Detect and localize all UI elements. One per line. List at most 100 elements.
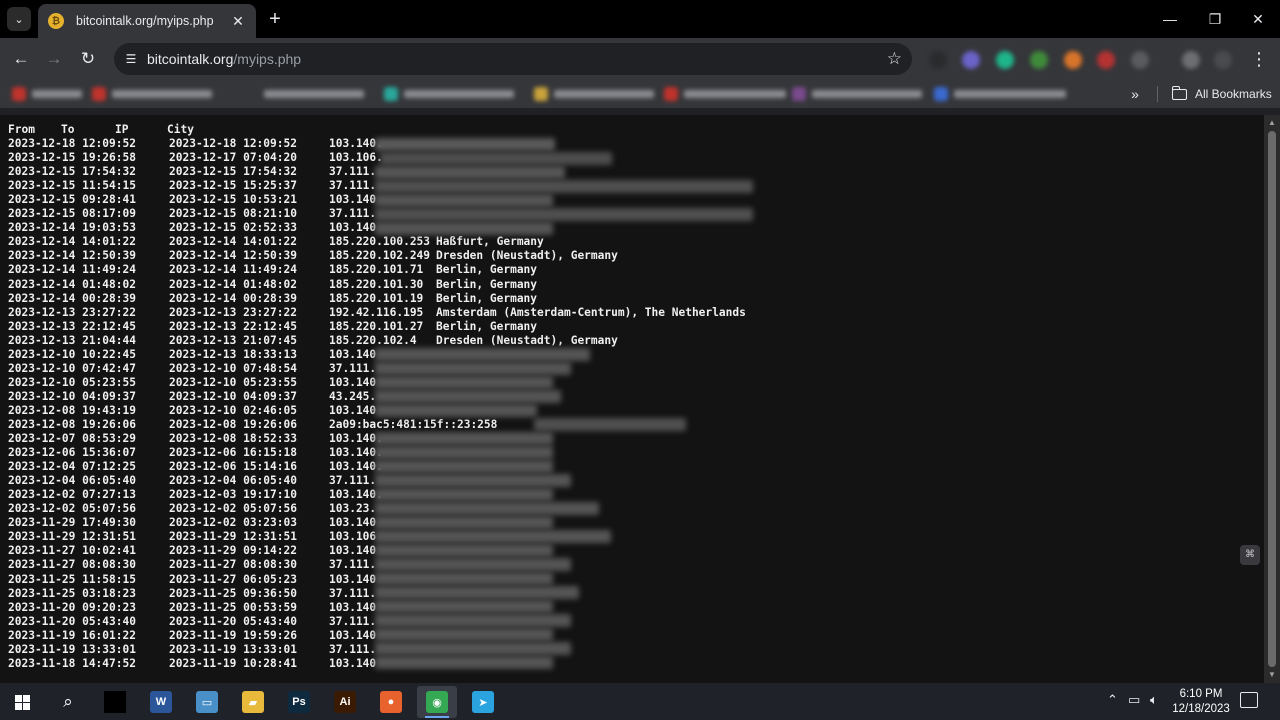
firefox-app-taskbar-button[interactable]: ●	[371, 686, 411, 718]
address-bar[interactable]: ☰ bitcointalk.org/myips.php ☆	[114, 43, 912, 75]
new-tab-plus-icon[interactable]: +	[264, 8, 286, 30]
bookmark-item[interactable]	[664, 86, 786, 102]
cell-from: 2023-11-18 14:47:52	[8, 656, 136, 670]
redaction-blur	[375, 516, 553, 529]
table-row: 2023-12-14 01:48:02 2023-12-14 01:48:02 18…	[8, 278, 1264, 292]
search-icon[interactable]: ⌕	[48, 686, 88, 718]
table-row: 2023-12-15 17:54:32 2023-12-15 17:54:32 37…	[8, 165, 1264, 179]
table-row: 2023-12-14 14:01:22 2023-12-14 14:01:22 18…	[8, 235, 1264, 249]
bookmark-item[interactable]	[258, 86, 364, 102]
forward-arrow-icon[interactable]: →	[42, 47, 66, 71]
table-row: 2023-11-19 16:01:22 2023-11-19 19:59:26 10…	[8, 629, 1264, 643]
table-row: 2023-11-18 14:47:52 2023-11-19 10:28:41 10…	[8, 657, 1264, 671]
cell-to: 2023-12-14 12:50:39	[169, 249, 297, 263]
explorer-app-taskbar-button[interactable]: ▭	[187, 686, 227, 718]
extension-icon[interactable]	[1097, 51, 1115, 69]
table-row: 2023-11-27 08:08:30 2023-11-27 08:08:30 37…	[8, 558, 1264, 572]
cell-ip: 185.220.100.253	[329, 235, 431, 249]
profile-avatar[interactable]	[1214, 51, 1232, 69]
extension-icon[interactable]	[929, 51, 947, 69]
cell-from: 2023-11-25 03:18:23	[8, 586, 136, 600]
table-row: 2023-12-02 07:27:13 2023-12-03 19:17:10 10…	[8, 488, 1264, 502]
extension-icon[interactable]	[1030, 51, 1048, 69]
redaction-blur	[375, 572, 553, 585]
cell-to: 2023-11-27 08:08:30	[169, 558, 297, 572]
cell-to: 2023-12-13 21:07:45	[169, 333, 297, 347]
redaction-blur	[375, 488, 553, 501]
profile-icon[interactable]	[1182, 51, 1200, 69]
bookmarks-bar: » All Bookmarks	[0, 80, 1280, 108]
cell-from: 2023-11-20 09:20:23	[8, 600, 136, 614]
table-row: 2023-12-04 06:05:40 2023-12-04 06:05:40 37…	[8, 474, 1264, 488]
tab-active[interactable]: ₿ bitcointalk.org/myips.php ✕	[38, 4, 256, 38]
extension-icon[interactable]	[1064, 51, 1082, 69]
bookmark-item[interactable]	[792, 86, 922, 102]
cell-from: 2023-12-04 07:12:25	[8, 460, 136, 474]
bookmark-item[interactable]	[12, 86, 82, 102]
extensions-puzzle-icon[interactable]	[1131, 51, 1149, 69]
redaction-blur	[375, 194, 553, 207]
cell-from: 2023-12-14 19:03:53	[8, 221, 136, 235]
network-icon[interactable]: ▭	[1128, 692, 1140, 708]
reload-icon[interactable]: ↻	[76, 47, 100, 71]
redaction-blur	[375, 600, 553, 613]
cell-to: 2023-11-19 10:28:41	[169, 656, 297, 670]
taskbar-black-window-icon[interactable]	[95, 686, 135, 718]
telegram-app-taskbar-button[interactable]: ➤	[463, 686, 503, 718]
table-row: 2023-12-10 04:09:37 2023-12-10 04:09:37 43…	[8, 390, 1264, 404]
cell-to: 2023-11-27 06:05:23	[169, 572, 297, 586]
scrollbar-thumb[interactable]	[1268, 131, 1276, 667]
site-info-tune-icon[interactable]: ☰	[122, 50, 140, 68]
tab-search-chevron-icon[interactable]: ⌄	[7, 7, 31, 31]
bookmarks-overflow-chevron-icon[interactable]: »	[1126, 85, 1144, 103]
clock-date: 12/18/2023	[1172, 703, 1230, 715]
kebab-menu-icon[interactable]: ⋮	[1250, 47, 1268, 71]
url-text[interactable]: bitcointalk.org/myips.php	[147, 51, 301, 67]
cell-from: 2023-12-15 08:17:09	[8, 207, 136, 221]
header-to: To	[61, 123, 75, 136]
cell-city: Berlin, Germany	[436, 319, 538, 333]
minimize-icon[interactable]: —	[1148, 0, 1192, 38]
table-row: 2023-12-10 07:42:47 2023-12-10 07:48:54 37…	[8, 362, 1264, 376]
redaction-blur	[375, 390, 561, 403]
vertical-scrollbar[interactable]: ▲ ▼	[1264, 115, 1280, 683]
cell-to: 2023-12-17 07:04:20	[169, 151, 297, 165]
cell-to: 2023-12-15 17:54:32	[169, 165, 297, 179]
chrome-app-taskbar-button[interactable]: ◉	[417, 686, 457, 718]
volume-icon[interactable]: 🔈︎	[1150, 692, 1158, 708]
start-button[interactable]	[2, 686, 42, 718]
scroll-up-arrow-icon[interactable]: ▲	[1267, 118, 1277, 128]
redaction-blur	[375, 446, 553, 459]
cell-from: 2023-12-15 19:26:58	[8, 151, 136, 165]
all-bookmarks-button[interactable]: All Bookmarks	[1171, 85, 1272, 103]
explorer-app-icon: ▭	[196, 691, 218, 713]
bookmark-item[interactable]	[384, 86, 514, 102]
redaction-blur	[375, 586, 579, 599]
window-close-icon[interactable]: ✕	[1236, 0, 1280, 38]
word-app-taskbar-button[interactable]: W	[141, 686, 181, 718]
notification-center-icon[interactable]	[1240, 692, 1258, 708]
scroll-down-arrow-icon[interactable]: ▼	[1267, 670, 1277, 680]
bookmark-item[interactable]	[534, 86, 654, 102]
redaction-blur	[375, 460, 553, 473]
tab-close-icon[interactable]: ✕	[230, 13, 246, 30]
cell-from: 2023-12-15 17:54:32	[8, 165, 136, 179]
show-hidden-icons-chevron-icon[interactable]: ⌃	[1107, 692, 1118, 708]
back-arrow-icon[interactable]: ←	[9, 47, 33, 71]
restore-icon[interactable]: ❐	[1193, 0, 1237, 38]
extension-icon[interactable]	[996, 51, 1014, 69]
bookmark-item[interactable]	[934, 86, 1066, 102]
system-clock[interactable]: 6:10 PM 12/18/2023	[1168, 687, 1234, 717]
extension-icon[interactable]	[962, 51, 980, 69]
redaction-blur	[375, 138, 555, 151]
cell-city: Dresden (Neustadt), Germany	[436, 249, 618, 263]
cell-from: 2023-12-18 12:09:52	[8, 137, 136, 151]
floating-assistant-icon[interactable]: ⌘	[1240, 545, 1260, 565]
file-manager-taskbar-button[interactable]: ▰	[233, 686, 273, 718]
cell-city: Berlin, Germany	[436, 291, 538, 305]
illustrator-app-taskbar-button[interactable]: Ai	[325, 686, 365, 718]
table-row: 2023-11-20 09:20:23 2023-11-25 00:53:59 10…	[8, 601, 1264, 615]
bookmark-star-icon[interactable]: ☆	[887, 49, 902, 69]
bookmark-item[interactable]	[92, 86, 212, 102]
photoshop-app-taskbar-button[interactable]: Ps	[279, 686, 319, 718]
